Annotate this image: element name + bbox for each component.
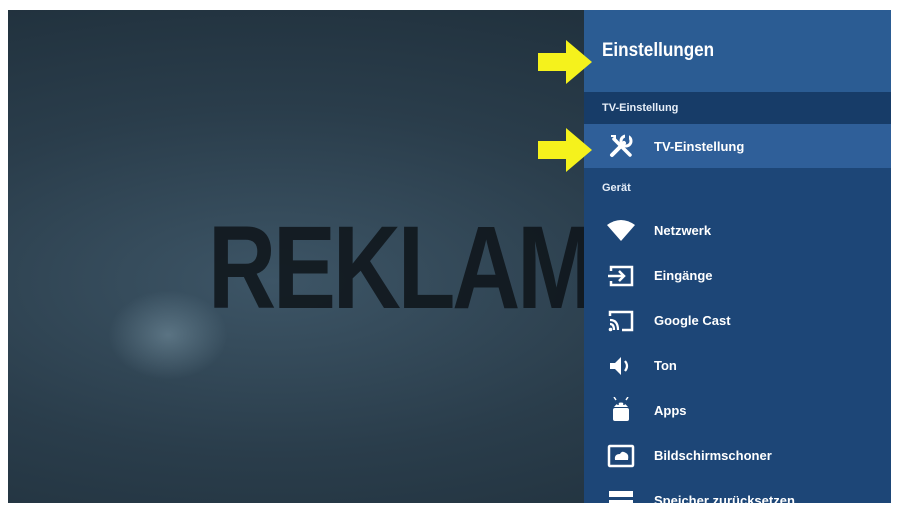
menu-item-label: Apps [654,403,687,418]
tools-icon [606,131,636,161]
menu-item-speicher[interactable]: Speicher zurücksetzen [584,478,891,503]
storage-icon [606,486,636,503]
menu-item-bildschirmschoner[interactable]: Bildschirmschoner [584,433,891,478]
menu-item-label: TV-Einstellung [654,138,745,154]
settings-title: Einstellungen [602,40,715,61]
menu-item-tv-einstellung[interactable]: TV-Einstellung [584,124,891,168]
menu-item-label: Eingänge [654,268,713,283]
menu-item-netzwerk[interactable]: Netzwerk [584,208,891,253]
menu-item-ton[interactable]: Ton [584,343,891,388]
wifi-icon [606,216,636,246]
menu-item-label: Ton [654,358,677,373]
cast-icon [606,306,636,336]
menu-item-google-cast[interactable]: Google Cast [584,298,891,343]
menu-item-eingaenge[interactable]: Eingänge [584,253,891,298]
menu-item-label: Speicher zurücksetzen [654,493,795,503]
menu-item-apps[interactable]: Apps [584,388,891,433]
section-label-geraet: Gerät [602,182,631,194]
input-icon [606,261,636,291]
screensaver-icon [606,441,636,471]
background-ad-text: REKLAM [208,202,596,334]
menu-item-label: Google Cast [654,313,731,328]
android-icon [606,396,636,426]
speaker-icon [606,351,636,381]
tv-screen: REKLAM Einstellungen TV-Einstellung TV-E… [8,10,891,503]
settings-header: Einstellungen [584,10,891,92]
section-label-tv-einstellung: TV-Einstellung [584,92,891,124]
menu-item-label: Bildschirmschoner [654,448,772,463]
pointer-arrow-icon [538,40,592,84]
menu-item-label: Netzwerk [654,223,712,238]
pointer-arrow-icon [538,128,592,172]
settings-panel: Einstellungen TV-Einstellung TV-Einstell… [584,10,891,503]
